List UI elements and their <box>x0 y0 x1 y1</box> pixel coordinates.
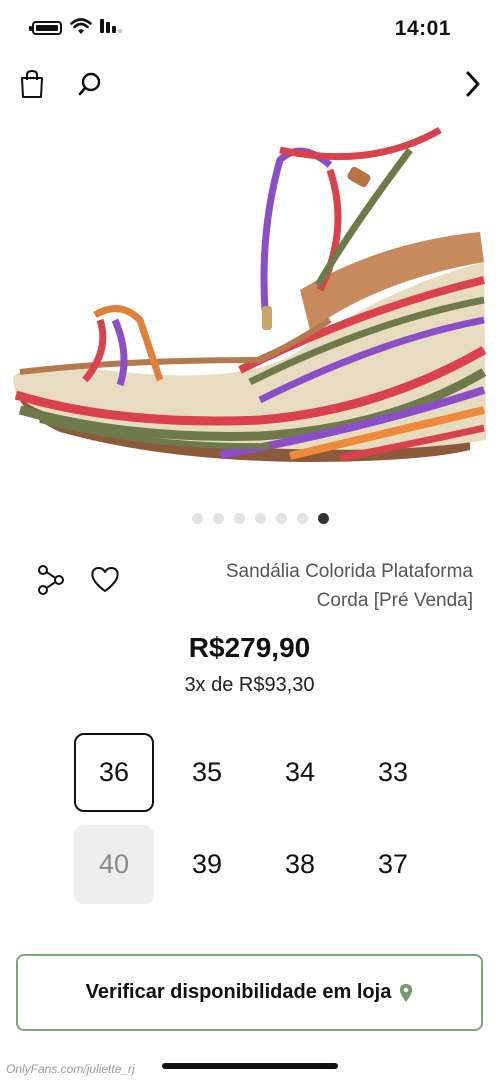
size-label: 37 <box>377 849 409 879</box>
product-name-line1: Sandália Colorida Plataforma <box>225 561 473 582</box>
size-label: 38 <box>284 849 316 879</box>
size-option-33[interactable]: 33 <box>353 733 433 812</box>
sandal-image <box>13 126 487 462</box>
carousel-dot-active[interactable] <box>318 513 329 524</box>
store-button-label: Verificar disponibilidade em loja <box>85 981 392 1003</box>
size-label: 34 <box>284 757 316 787</box>
carousel-dot[interactable] <box>255 513 266 524</box>
home-indicator <box>162 1063 338 1069</box>
bag-button[interactable] <box>14 66 50 102</box>
product-name: Sandália Colorida Plataforma Corda [Pré … <box>173 557 473 615</box>
product-price: R$279,90 <box>188 632 311 663</box>
favorite-button[interactable] <box>90 565 126 601</box>
battery-icon <box>29 21 62 35</box>
size-option-38[interactable]: 38 <box>260 825 340 904</box>
search-button[interactable] <box>72 66 108 102</box>
size-label: 40 <box>98 849 130 879</box>
bag-icon <box>21 69 43 98</box>
heart-icon <box>91 566 119 592</box>
size-selector: 36 35 34 33 40 39 38 37 <box>74 733 434 904</box>
check-store-availability-button[interactable]: Verificar disponibilidade em loja <box>16 954 483 1031</box>
size-option-34[interactable]: 34 <box>260 733 340 812</box>
share-button[interactable] <box>36 565 72 601</box>
back-button[interactable] <box>455 66 491 102</box>
share-icon <box>38 565 64 595</box>
carousel-dot[interactable] <box>234 513 245 524</box>
product-image[interactable] <box>0 110 499 490</box>
signal-icon <box>100 19 122 33</box>
size-label: 36 <box>98 757 130 787</box>
carousel-dot[interactable] <box>297 513 308 524</box>
top-nav <box>0 60 499 108</box>
size-option-37[interactable]: 37 <box>353 825 433 904</box>
size-option-40[interactable]: 40 <box>74 825 154 904</box>
size-label: 39 <box>191 849 223 879</box>
status-time: 14:01 <box>394 17 451 40</box>
product-name-line2: Corda [Pré Venda] <box>316 590 473 611</box>
product-installments: 3x de R$93,30 <box>184 674 315 696</box>
carousel-dot[interactable] <box>276 513 287 524</box>
carousel-dots <box>0 513 499 524</box>
carousel-dot[interactable] <box>192 513 203 524</box>
carousel-dot[interactable] <box>213 513 224 524</box>
watermark: OnlyFans.com/juliette_rj <box>6 1062 135 1076</box>
size-option-39[interactable]: 39 <box>167 825 247 904</box>
status-bar: 14:01 <box>0 0 499 56</box>
size-label: 35 <box>191 757 223 787</box>
size-label: 33 <box>377 757 409 787</box>
size-option-36[interactable]: 36 <box>74 733 154 812</box>
size-option-35[interactable]: 35 <box>167 733 247 812</box>
wifi-icon <box>70 18 92 34</box>
chevron-back-icon <box>466 71 480 97</box>
location-pin-icon <box>400 983 413 1002</box>
product-actions <box>36 565 136 605</box>
search-icon <box>78 72 101 96</box>
